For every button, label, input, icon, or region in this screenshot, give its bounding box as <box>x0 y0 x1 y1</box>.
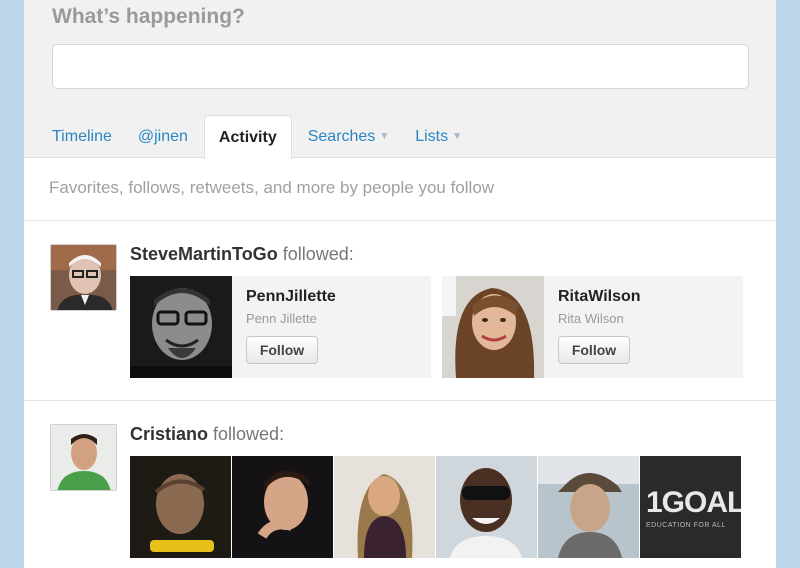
activity-verb: followed: <box>213 424 285 444</box>
chevron-down-icon: ▼ <box>379 131 390 142</box>
chevron-down-icon: ▼ <box>452 131 463 142</box>
user-photo[interactable] <box>334 456 435 558</box>
tab-searches[interactable]: Searches ▼ <box>298 115 400 158</box>
actor-link[interactable]: SteveMartinToGo <box>130 244 278 264</box>
actor-link[interactable]: Cristiano <box>130 424 208 444</box>
card-username[interactable]: RitaWilson <box>558 288 641 306</box>
tab-bar: Timeline @jinen Activity Searches ▼ Lists… <box>42 115 478 159</box>
tab-activity[interactable]: Activity <box>203 115 292 159</box>
tab-lists[interactable]: Lists ▼ <box>405 115 472 158</box>
tab-label: Lists <box>415 128 449 145</box>
follow-button[interactable]: Follow <box>246 336 318 364</box>
card-realname: Penn Jillette <box>246 311 317 326</box>
1goal-logo[interactable]: 1GOAL EDUCATION FOR ALL <box>640 456 741 558</box>
avatar[interactable] <box>50 424 117 491</box>
user-photo[interactable] <box>232 456 333 558</box>
followed-thumbnails: 1GOAL EDUCATION FOR ALL <box>130 456 742 558</box>
user-photo[interactable] <box>538 456 639 558</box>
logo-text: 1GOAL <box>646 486 741 519</box>
tab-label: Timeline <box>52 128 112 145</box>
tab-timeline[interactable]: Timeline <box>42 115 122 158</box>
tab-mentions[interactable]: @jinen <box>128 115 198 158</box>
tweet-input[interactable] <box>52 44 749 89</box>
activity-headline: Cristiano followed: <box>130 424 284 445</box>
main-panel: What’s happening? Timeline @jinen Activi… <box>24 0 776 568</box>
tab-label: @jinen <box>137 128 188 145</box>
activity-headline: SteveMartinToGo followed: <box>130 244 354 265</box>
logo-art: 1GOAL EDUCATION FOR ALL <box>640 456 741 558</box>
user-photo[interactable] <box>130 276 232 378</box>
user-photo[interactable] <box>442 276 544 378</box>
divider <box>24 220 776 221</box>
user-photo[interactable] <box>436 456 537 558</box>
card-username[interactable]: PennJillette <box>246 288 336 306</box>
tab-label: Activity <box>218 129 277 146</box>
user-card: RitaWilson Rita Wilson Follow <box>442 276 743 378</box>
card-realname: Rita Wilson <box>558 311 624 326</box>
activity-verb: followed: <box>282 244 354 264</box>
activity-subtitle: Favorites, follows, retweets, and more b… <box>49 178 495 197</box>
avatar[interactable] <box>50 244 117 311</box>
logo-subtext: EDUCATION FOR ALL <box>646 522 726 529</box>
user-card: PennJillette Penn Jillette Follow <box>130 276 431 378</box>
follow-button[interactable]: Follow <box>558 336 630 364</box>
tab-label: Searches <box>307 128 376 145</box>
composer-prompt: What’s happening? <box>52 5 245 28</box>
divider <box>24 400 776 401</box>
tweet-composer: What’s happening? Timeline @jinen Activi… <box>24 0 776 159</box>
user-photo[interactable] <box>130 456 231 558</box>
